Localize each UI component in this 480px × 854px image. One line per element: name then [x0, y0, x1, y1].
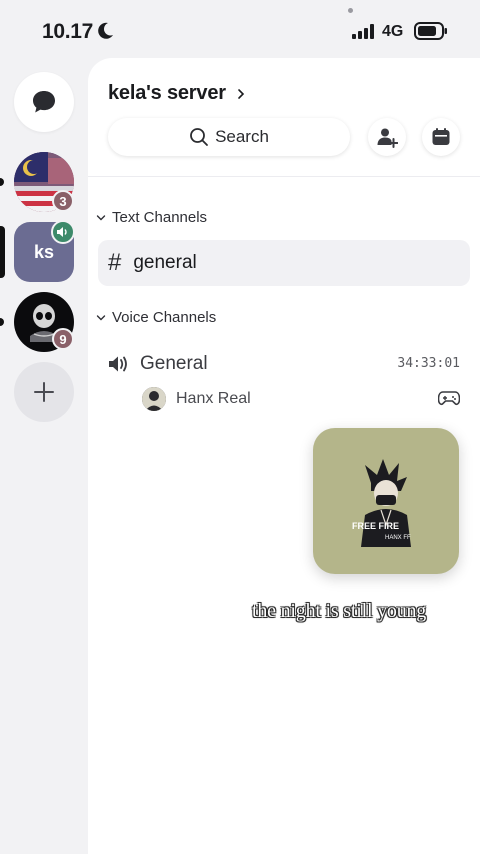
server-initials: ks	[33, 241, 55, 262]
active-server-pill	[0, 226, 5, 278]
dm-bubble-icon	[33, 91, 55, 113]
category-label: Voice Channels	[112, 309, 217, 326]
events-button[interactable]	[422, 118, 460, 156]
network-label: 4G	[382, 23, 404, 40]
video-caption: the night is still young	[252, 600, 427, 622]
speaker-icon	[109, 356, 127, 372]
voice-active-badge	[51, 220, 75, 244]
signal-icon	[352, 24, 374, 39]
category-voice-channels[interactable]: Voice Channels	[96, 309, 216, 326]
category-text-channels[interactable]: Text Channels	[96, 209, 207, 226]
moon-icon	[98, 22, 113, 39]
voice-participant[interactable]: Hanx Real	[142, 386, 460, 412]
unread-pill	[0, 178, 4, 186]
unread-badge: 3	[52, 190, 74, 212]
add-server-button[interactable]	[14, 362, 74, 422]
status-bar: 10.17 4G	[0, 0, 480, 58]
chevron-down-icon	[96, 214, 106, 220]
header-divider	[88, 176, 480, 177]
camera-indicator-dot	[348, 8, 353, 13]
search-icon	[190, 128, 208, 146]
chevron-down-icon	[96, 314, 106, 320]
calendar-icon	[432, 128, 450, 145]
channel-name: general	[133, 252, 197, 273]
profile-figure-image: FREE FIRE HANX FF	[352, 459, 411, 547]
speaker-icon	[57, 227, 67, 237]
server-name: kela's server	[108, 82, 226, 104]
gamepad-icon	[438, 391, 460, 406]
overlay-text: FREE FIRE	[352, 521, 399, 531]
participant-name: Hanx Real	[176, 390, 251, 407]
unread-badge: 9	[52, 328, 74, 350]
server-rail: 3 ks 9	[0, 58, 88, 854]
voice-channel-name: General	[140, 353, 208, 374]
search-label: Search	[215, 127, 269, 146]
add-member-icon	[377, 128, 398, 148]
voice-timer: 34:33:01	[397, 356, 460, 371]
battery-icon	[414, 22, 447, 40]
channel-item-general[interactable]: # general	[98, 240, 470, 286]
server-title-button[interactable]: kela's server	[108, 82, 246, 105]
category-label: Text Channels	[112, 209, 208, 226]
avatar	[142, 387, 166, 411]
chevron-right-icon	[238, 88, 244, 99]
direct-messages-button[interactable]	[14, 72, 74, 132]
voice-channel-general[interactable]: General 34:33:01	[108, 350, 460, 378]
channel-panel: kela's server Search Text Channels # gen…	[88, 58, 480, 854]
video-tile[interactable]: FREE FIRE HANX FF	[313, 428, 459, 574]
status-time: 10.17	[42, 20, 94, 43]
search-button[interactable]: Search	[108, 118, 350, 156]
overlay-subtext: HANX FF	[385, 535, 411, 541]
invite-members-button[interactable]	[368, 118, 406, 156]
hash-icon: #	[108, 249, 122, 276]
unread-pill	[0, 318, 4, 326]
plus-icon	[34, 382, 54, 402]
